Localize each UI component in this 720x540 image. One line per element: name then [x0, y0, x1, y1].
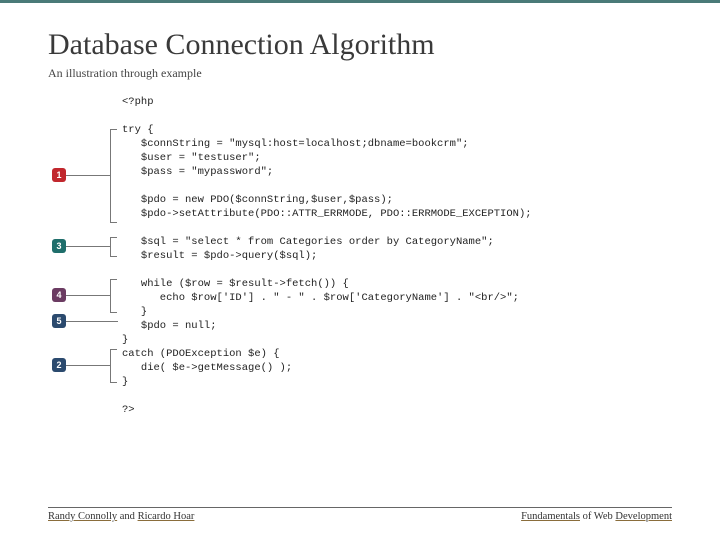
slide-title: Database Connection Algorithm — [48, 28, 672, 62]
footer-sep: and — [117, 511, 137, 522]
bracket-2 — [110, 349, 117, 383]
callout-conn-2 — [66, 365, 110, 366]
code-illustration: <?php try { $connString = "mysql:host=lo… — [52, 95, 662, 465]
footer-author-2: Ricardo Hoar — [138, 511, 195, 522]
callout-dot-4: 4 — [52, 288, 66, 302]
footer-author-1: Randy Connolly — [48, 511, 117, 522]
callout-conn-1 — [66, 175, 110, 176]
callout-dot-1: 1 — [52, 168, 66, 182]
callout-dot-3: 3 — [52, 239, 66, 253]
callout-conn-5 — [66, 321, 118, 322]
footer-right: Fundamentals of Web Development — [521, 511, 672, 522]
callout-3: 3 — [52, 239, 110, 253]
bracket-4 — [110, 279, 117, 313]
top-rule — [0, 0, 720, 3]
slide-subtitle: An illustration through example — [48, 66, 672, 81]
slide-footer: Randy Connolly and Ricardo Hoar Fundamen… — [48, 511, 672, 522]
footer-book-mid: of Web — [580, 511, 615, 522]
callout-5: 5 — [52, 314, 118, 328]
callout-2: 2 — [52, 358, 110, 372]
footer-book-2: Development — [615, 511, 672, 522]
footer-book-1: Fundamentals — [521, 511, 580, 522]
bracket-1 — [110, 129, 117, 223]
callout-conn-4 — [66, 295, 110, 296]
footer-left: Randy Connolly and Ricardo Hoar — [48, 511, 194, 522]
callout-dot-2: 2 — [52, 358, 66, 372]
code-block: <?php try { $connString = "mysql:host=lo… — [122, 95, 532, 417]
callout-1: 1 — [52, 168, 110, 182]
bracket-3 — [110, 237, 117, 257]
callout-dot-5: 5 — [52, 314, 66, 328]
callout-4: 4 — [52, 288, 110, 302]
callout-conn-3 — [66, 246, 110, 247]
slide: Database Connection Algorithm An illustr… — [0, 0, 720, 540]
